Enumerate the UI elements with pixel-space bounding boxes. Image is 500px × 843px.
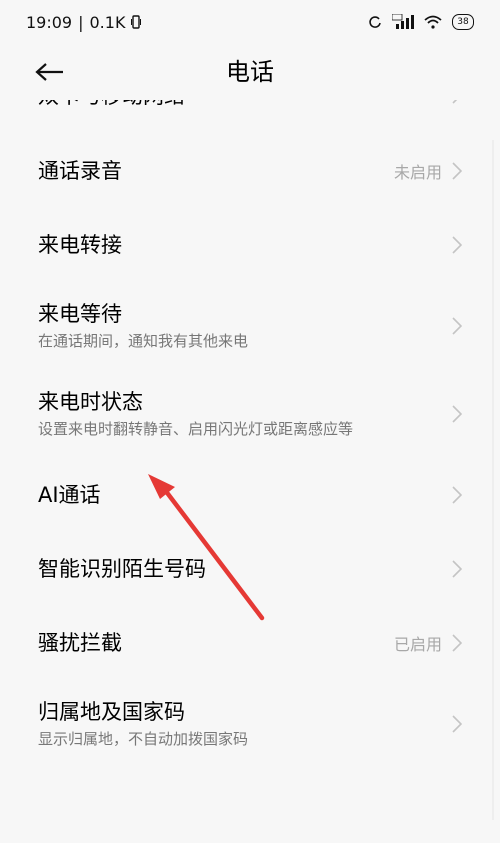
chevron-right-icon bbox=[452, 560, 462, 578]
settings-row-dual-sim[interactable]: 双卡与移动网络 bbox=[0, 100, 500, 134]
settings-row-call-waiting[interactable]: 来电等待 在通话期间，通知我有其他来电 bbox=[0, 282, 500, 370]
settings-row-spam-block[interactable]: 骚扰拦截 已启用 bbox=[0, 606, 500, 680]
row-text: 来电时状态 设置来电时翻转静音、启用闪光灯或距离感应等 bbox=[38, 388, 353, 440]
page-title: 电话 bbox=[226, 58, 274, 86]
row-text: 归属地及国家码 显示归属地，不自动加拨国家码 bbox=[38, 698, 248, 750]
scrollbar-track[interactable] bbox=[492, 140, 494, 820]
settings-row-call-forwarding[interactable]: 来电转接 bbox=[0, 208, 500, 282]
title-bar: 电话 bbox=[0, 44, 500, 100]
row-text: 来电转接 bbox=[38, 231, 122, 259]
settings-list[interactable]: 双卡与移动网络 通话录音 未启用 来电转接 bbox=[0, 100, 500, 843]
status-left: 19:09 | 0.1K bbox=[26, 12, 142, 32]
alarm-icon bbox=[368, 15, 382, 29]
row-right bbox=[452, 100, 462, 104]
chevron-right-icon bbox=[452, 405, 462, 423]
settings-row-call-recording[interactable]: 通话录音 未启用 bbox=[0, 134, 500, 208]
row-title: 双卡与移动网络 bbox=[38, 100, 185, 110]
chevron-right-icon bbox=[452, 236, 462, 254]
settings-row-ai-call[interactable]: AI通话 bbox=[0, 458, 500, 532]
settings-list-inner: 双卡与移动网络 通话录音 未启用 来电转接 bbox=[0, 100, 500, 842]
row-subtitle: 设置来电时翻转静音、启用闪光灯或距离感应等 bbox=[38, 420, 354, 438]
chevron-right-icon bbox=[452, 162, 462, 180]
settings-row-smart-identify[interactable]: 智能识别陌生号码 bbox=[0, 532, 500, 606]
row-title: 来电等待 bbox=[38, 302, 122, 326]
row-title: 通话录音 bbox=[38, 159, 122, 183]
status-time: 19:09 bbox=[26, 12, 73, 32]
row-text: 来电等待 在通话期间，通知我有其他来电 bbox=[38, 300, 248, 352]
row-right: 已启用 bbox=[394, 631, 462, 655]
status-right: 38 bbox=[368, 14, 474, 30]
chevron-right-icon bbox=[452, 100, 462, 104]
row-right bbox=[452, 560, 462, 578]
row-subtitle: 在通话期间，通知我有其他来电 bbox=[38, 332, 249, 350]
wifi-icon bbox=[424, 15, 442, 29]
row-text: 骚扰拦截 bbox=[38, 629, 122, 657]
row-right bbox=[452, 236, 462, 254]
row-text: AI通话 bbox=[38, 481, 101, 509]
chevron-right-icon bbox=[452, 317, 462, 335]
signal-icon bbox=[392, 14, 414, 30]
status-bar: 19:09 | 0.1K 38 bbox=[0, 0, 500, 44]
vibrate-icon bbox=[131, 15, 142, 29]
row-title: 智能识别陌生号码 bbox=[38, 557, 206, 581]
row-text: 双卡与移动网络 bbox=[38, 100, 185, 110]
row-title: 来电转接 bbox=[38, 233, 122, 257]
chevron-right-icon bbox=[452, 715, 462, 733]
row-right bbox=[452, 405, 462, 423]
row-title: AI通话 bbox=[38, 483, 101, 507]
row-text: 智能识别陌生号码 bbox=[38, 555, 206, 583]
status-separator: | bbox=[78, 12, 84, 32]
settings-row-incoming-call-state[interactable]: 来电时状态 设置来电时翻转静音、启用闪光灯或距离感应等 bbox=[0, 370, 500, 458]
row-title: 归属地及国家码 bbox=[38, 700, 185, 724]
row-right bbox=[452, 715, 462, 733]
status-net-speed: 0.1K bbox=[89, 12, 126, 32]
row-value: 已启用 bbox=[393, 635, 442, 654]
row-text: 通话录音 bbox=[38, 157, 122, 185]
chevron-right-icon bbox=[452, 634, 462, 652]
row-right bbox=[452, 317, 462, 335]
settings-row-partial[interactable] bbox=[0, 768, 500, 842]
row-subtitle: 显示归属地，不自动加拨国家码 bbox=[38, 730, 249, 748]
battery-icon: 38 bbox=[452, 14, 474, 30]
chevron-right-icon bbox=[452, 486, 462, 504]
row-title: 骚扰拦截 bbox=[38, 631, 122, 655]
settings-row-location-country-code[interactable]: 归属地及国家码 显示归属地，不自动加拨国家码 bbox=[0, 680, 500, 768]
row-title: 来电时状态 bbox=[38, 390, 143, 414]
row-value: 未启用 bbox=[393, 163, 442, 182]
row-right bbox=[452, 486, 462, 504]
row-right: 未启用 bbox=[394, 159, 462, 183]
